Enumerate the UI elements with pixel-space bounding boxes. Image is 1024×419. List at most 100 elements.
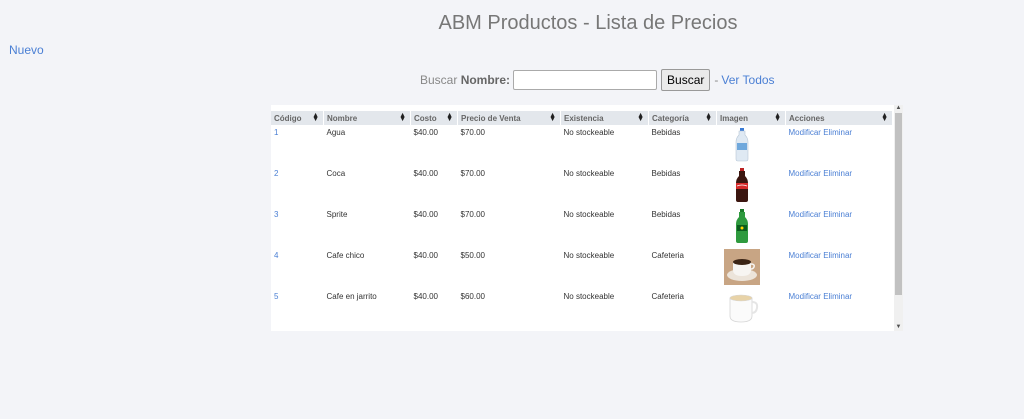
header-label: Precio de Venta <box>461 113 521 123</box>
nuevo-link[interactable]: Nuevo <box>9 43 44 57</box>
cell-imagen <box>717 125 786 166</box>
sort-icon[interactable]: ▲ ▼ <box>637 112 644 123</box>
cell-existencia: No stockeable <box>563 210 615 219</box>
header-imagen[interactable]: Imagen ▲ ▼ <box>716 111 786 125</box>
eliminar-link[interactable]: Eliminar <box>823 169 852 178</box>
header-existencia[interactable]: Existencia ▲ ▼ <box>560 111 649 125</box>
search-label: Buscar Nombre: <box>420 73 510 87</box>
header-label: Costo <box>414 113 437 123</box>
cell-precio: $70.00 <box>460 169 485 178</box>
cell-costo: $40.00 <box>413 292 438 301</box>
search-input[interactable] <box>513 70 658 90</box>
cell-nombre: Coca <box>326 169 346 178</box>
sort-icon[interactable]: ▲ ▼ <box>549 112 556 123</box>
separator: - <box>714 73 719 87</box>
cell-categoria: Cafeteria <box>651 292 684 301</box>
cell-existencia: No stockeable <box>563 251 615 260</box>
header-label: Código <box>274 113 302 123</box>
cell-acciones: Modificar Eliminar <box>786 166 893 207</box>
header-label: Nombre <box>327 113 358 123</box>
coffee-cup-image <box>723 249 760 285</box>
modificar-link[interactable]: Modificar <box>789 128 821 137</box>
table-row: 4 Cafe chico $40.00 $50.00 No stockeable… <box>271 248 893 289</box>
header-precio[interactable]: Precio de Venta ▲ ▼ <box>457 111 561 125</box>
search-button[interactable]: Buscar <box>661 69 711 91</box>
table-row: 5 Cafe en jarrito $40.00 $60.00 No stock… <box>271 289 893 330</box>
cell-nombre: Sprite <box>326 210 348 219</box>
header-costo[interactable]: Costo ▲ ▼ <box>410 111 458 125</box>
table-row: 2 Coca $40.00 $70.00 No stockeable Bebid… <box>271 166 893 207</box>
cell-costo: $40.00 <box>413 251 438 260</box>
search-label-bold: Nombre: <box>460 73 511 87</box>
header-label: Acciones <box>789 113 825 123</box>
sort-icon[interactable]: ▲ ▼ <box>705 112 712 123</box>
header-categoria[interactable]: Categoría ▲ ▼ <box>648 111 717 125</box>
search-label-prefix: Buscar <box>420 73 461 87</box>
cell-acciones: Modificar Eliminar <box>786 248 893 289</box>
cell-precio: $50.00 <box>460 251 485 260</box>
cell-existencia: No stockeable <box>563 169 615 178</box>
page-title: ABM Productos - Lista de Precios <box>438 12 738 34</box>
eliminar-link[interactable]: Eliminar <box>823 210 852 219</box>
cell-categoria: Cafeteria <box>651 251 684 260</box>
cell-costo: $40.00 <box>413 210 438 219</box>
coffee-mug-image <box>729 294 758 323</box>
eliminar-link[interactable]: Eliminar <box>823 128 852 137</box>
cell-nombre: Cafe en jarrito <box>326 292 377 301</box>
cell-categoria: Bebidas <box>651 128 681 137</box>
cell-codigo[interactable]: 5 <box>271 289 324 330</box>
cell-nombre: Cafe chico <box>326 251 365 260</box>
scroll-down-icon[interactable]: ▼ <box>895 324 902 331</box>
cell-codigo[interactable]: 4 <box>271 248 324 289</box>
sprite-bottle-image <box>735 209 748 243</box>
cell-existencia: No stockeable <box>563 128 615 137</box>
eliminar-link[interactable]: Eliminar <box>823 251 852 260</box>
modificar-link[interactable]: Modificar <box>789 210 821 219</box>
cell-existencia: No stockeable <box>563 292 615 301</box>
search-bar: Buscar Nombre: Buscar - Ver Todos <box>420 69 775 91</box>
cell-imagen <box>717 207 786 248</box>
sort-icon[interactable]: ▲ ▼ <box>881 112 888 123</box>
header-label: Categoría <box>652 113 689 123</box>
cell-precio: $60.00 <box>460 292 485 301</box>
sort-icon[interactable]: ▲ ▼ <box>399 112 406 123</box>
ver-todos-link[interactable]: Ver Todos <box>721 73 774 87</box>
header-codigo[interactable]: Código ▲ ▼ <box>271 111 324 125</box>
cell-codigo[interactable]: 1 <box>271 125 324 166</box>
modificar-link[interactable]: Modificar <box>789 292 821 301</box>
header-acciones[interactable]: Acciones ▲ ▼ <box>785 111 893 125</box>
table-header-row: Código ▲ ▼ Nombre ▲ ▼ Costo ▲ ▼ Precio de Vent… <box>271 111 893 125</box>
table-scrollbar[interactable]: ▲ ▼ <box>894 105 903 331</box>
cell-categoria: Bebidas <box>651 169 681 178</box>
cell-acciones: Modificar Eliminar <box>786 207 893 248</box>
eliminar-link[interactable]: Eliminar <box>823 292 852 301</box>
modificar-link[interactable]: Modificar <box>789 251 821 260</box>
sort-icon[interactable]: ▲ ▼ <box>312 112 319 123</box>
table-row: 3 Sprite $40.00 $70.00 No stockeable Beb… <box>271 207 893 248</box>
cell-precio: $70.00 <box>460 210 485 219</box>
cell-costo: $40.00 <box>413 169 438 178</box>
cell-codigo[interactable]: 2 <box>271 166 324 207</box>
cell-acciones: Modificar Eliminar <box>786 125 893 166</box>
coca-bottle-image <box>735 168 748 202</box>
scrollbar-thumb[interactable] <box>895 113 902 295</box>
scroll-up-icon[interactable]: ▲ <box>895 105 902 112</box>
header-label: Existencia <box>564 113 604 123</box>
cell-nombre: Agua <box>326 128 346 137</box>
header-label: Imagen <box>720 113 749 123</box>
modificar-link[interactable]: Modificar <box>789 169 821 178</box>
cell-acciones: Modificar Eliminar <box>786 289 893 330</box>
cell-imagen <box>717 248 786 289</box>
cell-codigo[interactable]: 3 <box>271 207 324 248</box>
table-row: 1 Agua $40.00 $70.00 No stockeable Bebid… <box>271 125 893 166</box>
cell-imagen <box>717 166 786 207</box>
cell-precio: $70.00 <box>460 128 485 137</box>
water-bottle-image <box>735 128 748 162</box>
products-table-container: Código ▲ ▼ Nombre ▲ ▼ Costo ▲ ▼ Precio de Vent… <box>271 105 903 331</box>
header-nombre[interactable]: Nombre ▲ ▼ <box>323 111 411 125</box>
cell-costo: $40.00 <box>413 128 438 137</box>
sort-icon[interactable]: ▲ ▼ <box>774 112 781 123</box>
sort-icon[interactable]: ▲ ▼ <box>446 112 453 123</box>
cell-categoria: Bebidas <box>651 210 681 219</box>
products-table: Código ▲ ▼ Nombre ▲ ▼ Costo ▲ ▼ Precio de Vent… <box>271 111 893 330</box>
